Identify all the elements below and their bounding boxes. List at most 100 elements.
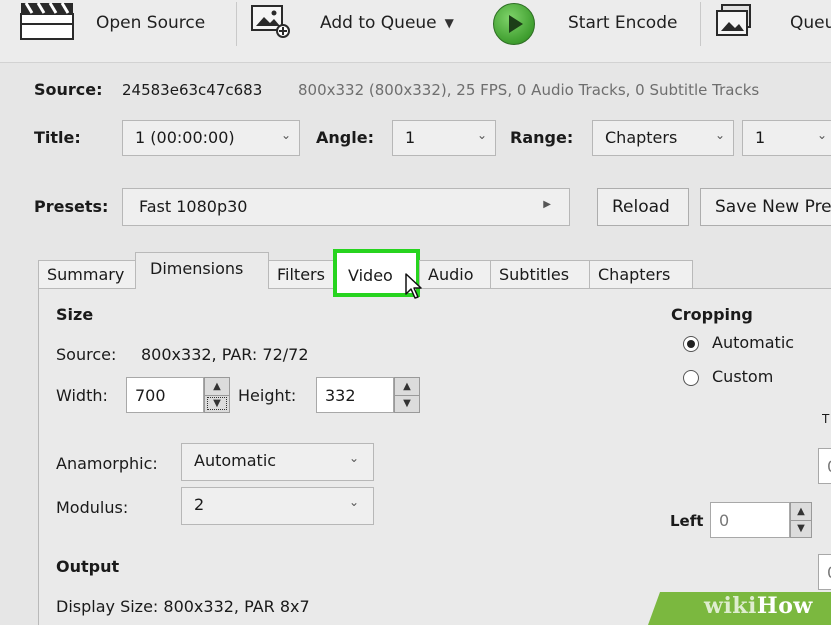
source-name: 24583e63c47c683 (122, 81, 263, 99)
add-to-queue-icon (251, 5, 290, 38)
up-arrow-icon[interactable]: ▲ (791, 503, 811, 521)
crop-bottom-value: 0 (827, 563, 831, 582)
chevron-down-icon: ⌄ (816, 128, 827, 142)
cropping-heading: Cropping (671, 305, 753, 324)
tab-label: Video (348, 266, 393, 285)
range-select[interactable]: Chapters ⌄ (592, 120, 734, 156)
anamorphic-value: Automatic (194, 451, 277, 470)
save-new-preset-button[interactable]: Save New Pre (700, 188, 831, 226)
tab-video[interactable]: Video (340, 262, 414, 290)
toolbar-divider (236, 2, 237, 46)
title-select[interactable]: 1 (00:00:00) ⌄ (122, 120, 300, 156)
crop-top-label: T (822, 412, 830, 426)
custom-radio-label: Custom (712, 367, 774, 386)
clapperboard-icon (20, 2, 74, 40)
source-label: Source: (34, 80, 103, 99)
tab-label: Dimensions (150, 259, 244, 278)
height-label: Height: (238, 386, 297, 405)
crop-top-input[interactable]: 0 (818, 448, 831, 484)
modulus-select[interactable]: 2 ⌄ (181, 487, 374, 525)
range-start-value: 1 (755, 128, 766, 147)
crop-bottom-input[interactable]: 0 (818, 554, 831, 590)
save-new-preset-label: Save New Pre (715, 197, 831, 217)
wikihow-watermark: wikiHow (704, 593, 813, 619)
width-label: Width: (56, 386, 108, 405)
play-icon[interactable] (493, 3, 535, 45)
range-value: Chapters (605, 128, 678, 147)
handbrake-window: Open Source Add to Queue ▼ Start Encode … (0, 0, 831, 625)
queue-button[interactable]: Queu (790, 0, 831, 46)
size-source-label: Source: (56, 345, 117, 364)
custom-radio[interactable] (683, 370, 699, 386)
tab-dimensions[interactable]: Dimensions (135, 252, 269, 289)
height-value: 332 (325, 386, 356, 405)
open-source-button[interactable]: Open Source (96, 0, 205, 46)
start-encode-button[interactable]: Start Encode (568, 0, 677, 46)
start-encode-label: Start Encode (568, 13, 678, 33)
tab-subtitles[interactable]: Subtitles (490, 260, 590, 288)
mouse-cursor-icon (405, 273, 422, 299)
range-label: Range: (510, 128, 574, 147)
chevron-down-icon: ⌄ (476, 128, 487, 142)
chevron-down-icon: ⌄ (348, 451, 359, 465)
tab-label: Filters (277, 265, 325, 284)
chevron-down-icon: ⌄ (714, 128, 725, 142)
modulus-value: 2 (194, 495, 205, 514)
tab-label: Chapters (598, 265, 671, 284)
down-arrow-icon[interactable]: ▼ (791, 520, 811, 537)
automatic-radio[interactable] (683, 336, 699, 352)
display-size-text: Display Size: 800x332, PAR 8x7 (56, 597, 310, 616)
tab-label: Subtitles (499, 265, 570, 284)
caret-right-icon: ▶ (543, 199, 551, 210)
anamorphic-label: Anamorphic: (56, 454, 158, 473)
presets-label: Presets: (34, 197, 109, 216)
modulus-label: Modulus: (56, 498, 129, 517)
range-start-select[interactable]: 1 ⌄ (742, 120, 831, 156)
preset-value: Fast 1080p30 (139, 197, 248, 216)
presets-select[interactable]: Fast 1080p30 ▶ (122, 188, 570, 226)
dropdown-arrow-icon[interactable]: ▼ (445, 16, 454, 30)
automatic-radio-label: Automatic (712, 333, 795, 352)
width-input[interactable]: 700 (126, 377, 204, 413)
output-heading: Output (56, 557, 120, 576)
width-stepper[interactable]: ▲ ▼ (204, 377, 230, 413)
size-heading: Size (56, 305, 94, 324)
chevron-down-icon: ⌄ (348, 495, 359, 509)
tab-audio[interactable]: Audio (419, 260, 491, 288)
tab-label: Summary (47, 265, 125, 284)
up-arrow-icon[interactable]: ▲ (205, 378, 229, 396)
crop-left-stepper[interactable]: ▲ ▼ (790, 502, 812, 538)
tab-summary[interactable]: Summary (38, 260, 136, 288)
source-info: 800x332 (800x332), 25 FPS, 0 Audio Track… (298, 81, 760, 99)
title-value: 1 (00:00:00) (135, 128, 235, 147)
angle-select[interactable]: 1 ⌄ (392, 120, 496, 156)
crop-left-label: Left (670, 512, 704, 530)
reload-button[interactable]: Reload (597, 188, 689, 226)
add-to-queue-label: Add to Queue (320, 13, 437, 33)
tab-label: Audio (428, 265, 474, 284)
up-arrow-icon[interactable]: ▲ (395, 378, 419, 396)
anamorphic-select[interactable]: Automatic ⌄ (181, 443, 374, 481)
queue-label: Queu (790, 13, 831, 33)
down-arrow-icon[interactable]: ▼ (395, 395, 419, 412)
queue-icon (716, 4, 751, 36)
tab-chapters[interactable]: Chapters (589, 260, 693, 288)
toolbar-divider (700, 2, 701, 46)
width-value: 700 (135, 386, 166, 405)
title-label: Title: (34, 128, 81, 147)
crop-left-input[interactable]: 0 (710, 502, 790, 538)
angle-value: 1 (405, 128, 416, 147)
crop-left-value: 0 (719, 511, 730, 530)
height-stepper[interactable]: ▲ ▼ (394, 377, 420, 413)
reload-label: Reload (612, 197, 670, 217)
open-source-label: Open Source (96, 13, 206, 33)
down-arrow-icon[interactable]: ▼ (205, 395, 229, 412)
chevron-down-icon: ⌄ (280, 128, 291, 142)
size-source-value: 800x332, PAR: 72/72 (141, 345, 309, 364)
height-input[interactable]: 332 (316, 377, 394, 413)
add-to-queue-button[interactable]: Add to Queue ▼ (320, 0, 454, 46)
toolbar: Open Source Add to Queue ▼ Start Encode … (0, 0, 831, 63)
angle-label: Angle: (316, 128, 374, 147)
tab-filters[interactable]: Filters (268, 260, 338, 288)
crop-top-value: 0 (827, 457, 831, 476)
